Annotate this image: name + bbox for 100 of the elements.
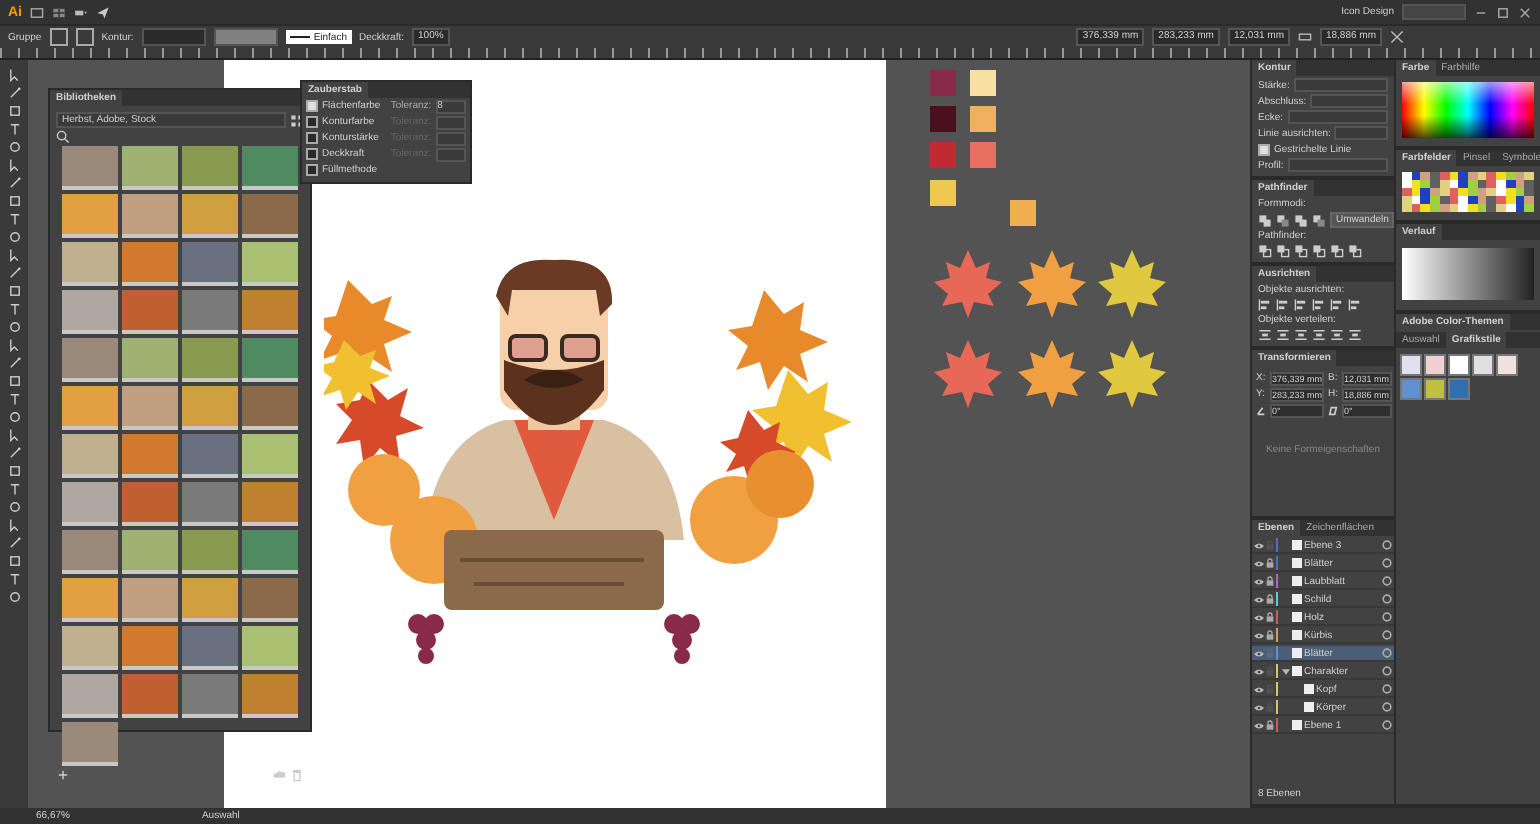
input-field[interactable] xyxy=(1293,78,1388,92)
eye-icon[interactable] xyxy=(1254,685,1264,693)
graphic-style-thumbnail[interactable] xyxy=(1472,354,1494,376)
target-circle-icon[interactable] xyxy=(1382,648,1392,658)
stroke-color-swatch[interactable] xyxy=(75,28,94,46)
tool-icon[interactable] xyxy=(7,68,21,82)
lock-icon[interactable] xyxy=(1266,594,1274,604)
maximize-icon[interactable] xyxy=(1496,5,1510,19)
tool-icon[interactable] xyxy=(7,86,21,100)
photo-placeholder[interactable] xyxy=(182,434,238,478)
distribute-icon[interactable] xyxy=(1312,328,1326,342)
eye-icon[interactable] xyxy=(1254,703,1264,711)
eye-icon[interactable] xyxy=(1254,541,1264,549)
photo-placeholder[interactable] xyxy=(122,674,178,718)
align-icon[interactable] xyxy=(1330,298,1344,312)
tool-icon[interactable] xyxy=(7,302,21,316)
photo-placeholder[interactable] xyxy=(182,482,238,526)
fill-color-swatch[interactable] xyxy=(49,28,68,46)
tool-icon[interactable] xyxy=(7,122,21,136)
target-circle-icon[interactable] xyxy=(1382,558,1392,568)
tool-icon[interactable] xyxy=(7,212,21,226)
align-icon[interactable] xyxy=(1294,298,1308,312)
tool-icon[interactable] xyxy=(7,446,21,460)
target-circle-icon[interactable] xyxy=(1382,576,1392,586)
distribute-icon[interactable] xyxy=(1258,328,1272,342)
swatch-grid[interactable] xyxy=(1402,172,1534,212)
tool-icon[interactable] xyxy=(7,194,21,208)
target-circle-icon[interactable] xyxy=(1382,594,1392,604)
lock-icon[interactable] xyxy=(1266,630,1274,640)
checkbox[interactable] xyxy=(1258,143,1270,155)
input-field[interactable] xyxy=(1287,110,1388,124)
tool-icon[interactable] xyxy=(7,482,21,496)
tool-icon[interactable] xyxy=(7,266,21,280)
tool-icon[interactable] xyxy=(7,356,21,370)
grid-icon[interactable] xyxy=(52,5,66,19)
graphic-style-thumbnail[interactable] xyxy=(1424,354,1446,376)
graphic-style-thumbnail[interactable] xyxy=(1424,378,1446,400)
distribute-icon[interactable] xyxy=(1276,328,1290,342)
graphic-style-thumbnail[interactable] xyxy=(1496,354,1518,376)
link-icon[interactable] xyxy=(1297,30,1312,44)
photo-placeholder[interactable] xyxy=(182,242,238,286)
graphic-style-thumbnail[interactable] xyxy=(1448,354,1470,376)
graphic-style-thumbnail[interactable] xyxy=(1400,354,1422,376)
align-icon[interactable] xyxy=(1312,298,1326,312)
transform-icon[interactable] xyxy=(1390,30,1404,44)
photo-placeholder[interactable] xyxy=(122,482,178,526)
search-icon[interactable] xyxy=(56,130,70,144)
distribute-icon[interactable] xyxy=(1294,328,1308,342)
photo-placeholder[interactable] xyxy=(242,194,298,238)
tool-icon[interactable] xyxy=(7,536,21,550)
tool-icon[interactable] xyxy=(7,284,21,298)
photo-placeholder[interactable] xyxy=(242,338,298,382)
tolerance-field[interactable] xyxy=(435,131,466,145)
target-circle-icon[interactable] xyxy=(1382,630,1392,640)
photo-placeholder[interactable] xyxy=(242,530,298,574)
checkbox[interactable] xyxy=(306,164,318,176)
lock-icon[interactable] xyxy=(1266,558,1274,568)
lock-icon[interactable] xyxy=(1266,576,1274,586)
input-field[interactable] xyxy=(1310,94,1388,108)
target-circle-icon[interactable] xyxy=(1382,684,1392,694)
target-circle-icon[interactable] xyxy=(1382,540,1392,550)
tool-icon[interactable] xyxy=(7,572,21,586)
eye-icon[interactable] xyxy=(1254,721,1264,729)
photo-placeholder[interactable] xyxy=(182,626,238,670)
gradient-preview[interactable] xyxy=(1402,248,1534,300)
distribute-icon[interactable] xyxy=(1330,328,1344,342)
eye-icon[interactable] xyxy=(1254,667,1264,675)
eye-icon[interactable] xyxy=(1254,649,1264,657)
stroke-weight-field[interactable] xyxy=(141,28,206,46)
tool-icon[interactable] xyxy=(7,590,21,604)
tool-icon[interactable] xyxy=(7,554,21,568)
eye-icon[interactable] xyxy=(1254,613,1264,621)
target-circle-icon[interactable] xyxy=(1382,720,1392,730)
tool-icon[interactable] xyxy=(7,464,21,478)
grid-view-icon[interactable] xyxy=(290,113,304,127)
close-icon[interactable] xyxy=(1518,5,1532,19)
graphic-style-thumbnail[interactable] xyxy=(1448,378,1470,400)
photo-placeholder[interactable] xyxy=(242,578,298,622)
paper-plane-icon[interactable] xyxy=(96,5,110,19)
plus-icon[interactable] xyxy=(56,768,70,782)
target-circle-icon[interactable] xyxy=(1382,612,1392,622)
lock-icon[interactable] xyxy=(1266,720,1274,730)
tool-icon[interactable] xyxy=(7,374,21,388)
eye-icon[interactable] xyxy=(1254,577,1264,585)
target-circle-icon[interactable] xyxy=(1382,666,1392,676)
photo-placeholder[interactable] xyxy=(122,290,178,334)
checkbox[interactable] xyxy=(306,116,318,128)
photo-placeholder[interactable] xyxy=(182,290,238,334)
tool-icon[interactable] xyxy=(7,176,21,190)
checkbox[interactable] xyxy=(306,100,318,112)
eye-icon[interactable] xyxy=(1254,559,1264,567)
color-spectrum[interactable] xyxy=(1402,82,1534,138)
tool-icon[interactable] xyxy=(7,104,21,118)
variable-width-field[interactable] xyxy=(213,28,278,46)
search-field[interactable] xyxy=(1402,4,1466,20)
tolerance-field[interactable] xyxy=(435,115,466,129)
distribute-icon[interactable] xyxy=(1348,328,1362,342)
checkbox[interactable] xyxy=(306,132,318,144)
align-icon[interactable] xyxy=(1258,298,1272,312)
tool-icon[interactable] xyxy=(7,392,21,406)
